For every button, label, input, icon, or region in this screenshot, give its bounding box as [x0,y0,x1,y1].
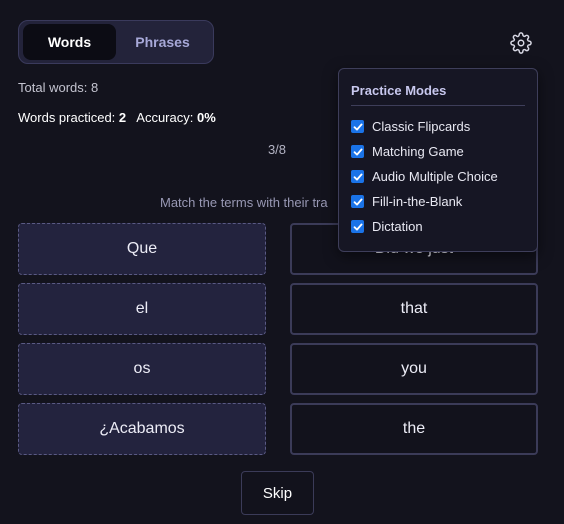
total-words-label: Total words: [18,80,88,95]
term-card[interactable]: ¿Acabamos [18,403,266,455]
term-label: Que [126,240,158,257]
check-icon[interactable] [351,195,364,208]
definition-card[interactable]: that [290,283,538,335]
practiced-value: 2 [118,110,127,125]
term-card[interactable]: os [18,343,266,395]
total-words-value: 8 [91,80,99,95]
definition-label: that [400,300,428,317]
practice-stats: Words practiced: 2 Accuracy: 0% [18,110,216,125]
mode-label: Fill-in-the-Blank [372,194,463,209]
definition-card[interactable]: the [290,403,538,455]
accuracy-label: Accuracy: [136,110,194,125]
definition-label: the [402,420,426,437]
practice-modes-dropdown: Practice Modes Classic Flipcards Matchin… [338,68,538,252]
mode-label: Dictation [372,219,423,234]
mode-dictation[interactable]: Dictation [351,214,525,239]
tab-switcher: Words Phrases [18,20,214,64]
term-label: ¿Acabamos [99,420,185,437]
practiced-label: Words practiced: [18,110,116,125]
tab-words[interactable]: Words [23,24,116,60]
skip-button[interactable]: Skip [241,471,314,515]
mode-classic-flipcards[interactable]: Classic Flipcards [351,114,525,139]
total-words: Total words: 8 [18,80,98,95]
mode-matching-game[interactable]: Matching Game [351,139,525,164]
mode-label: Audio Multiple Choice [372,169,498,184]
mode-label: Classic Flipcards [372,119,471,134]
check-icon[interactable] [351,120,364,133]
term-card[interactable]: el [18,283,266,335]
definition-card[interactable]: you [290,343,538,395]
tab-phrases[interactable]: Phrases [116,24,209,60]
definition-label: you [401,360,427,377]
term-card[interactable]: Que [18,223,266,275]
instruction-text: Match the terms with their tra [160,195,328,210]
gear-icon[interactable] [510,32,532,54]
term-label: os [133,360,151,377]
check-icon[interactable] [351,170,364,183]
mode-audio-multiple-choice[interactable]: Audio Multiple Choice [351,164,525,189]
mode-fill-in-the-blank[interactable]: Fill-in-the-Blank [351,189,525,214]
check-icon[interactable] [351,220,364,233]
progress-counter: 3/8 [267,142,287,157]
mode-label: Matching Game [372,144,464,159]
term-label: el [135,300,149,317]
practice-modes-title: Practice Modes [351,83,525,106]
accuracy-value: 0% [196,110,216,125]
check-icon[interactable] [351,145,364,158]
